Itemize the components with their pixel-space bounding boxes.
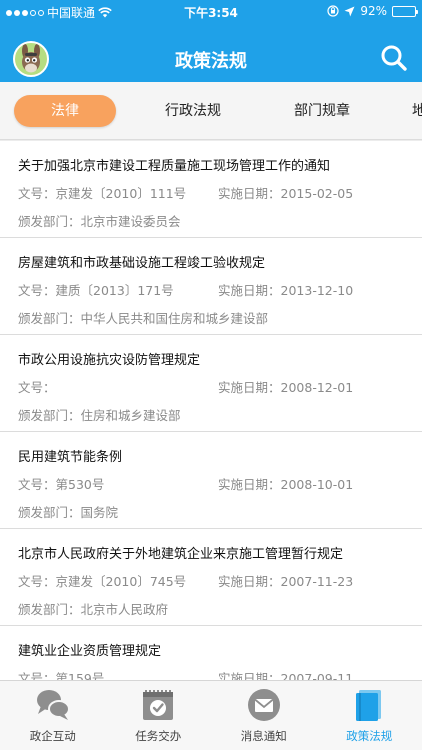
bottom-tab-messages[interactable]: 消息通知 <box>211 681 317 750</box>
bottom-tab-label: 消息通知 <box>240 729 287 743</box>
item-title: 房屋建筑和市政基础设施工程竣工验收规定 <box>18 256 266 271</box>
item-dept: 颁发部门：中华人民共和国住房和城乡建设部 <box>18 311 269 326</box>
list-item[interactable]: 民用建筑节能条例 文号：第530号 实施日期：2008-10-01 颁发部门：国… <box>0 432 422 529</box>
item-doc-no: 文号：京建发〔2010〕111号 <box>18 186 187 201</box>
item-doc-no: 文号：京建发〔2010〕745号 <box>18 574 187 589</box>
nav-bar: 政策法规 <box>0 22 422 82</box>
item-doc-no: 文号： <box>18 380 56 395</box>
item-date: 实施日期：2007-11-23 <box>218 574 354 589</box>
chat-bubbles-icon <box>36 690 70 720</box>
list-item[interactable]: 市政公用设施抗灾设防管理规定 文号： 实施日期：2008-12-01 颁发部门：… <box>0 335 422 432</box>
battery-icon <box>392 5 418 17</box>
battery-percent: 92% <box>360 4 387 18</box>
bottom-tab-label: 任务交办 <box>135 729 182 743</box>
page-title: 政策法规 <box>175 51 247 72</box>
item-title: 关于加强北京市建设工程质量施工现场管理工作的通知 <box>18 159 331 174</box>
task-check-icon <box>143 690 174 720</box>
tab-local[interactable]: 地 <box>412 95 422 127</box>
location-arrow-icon <box>344 6 355 16</box>
bottom-tab-bar: 政企互动 任务交办 消息通知 政策法规 <box>0 680 422 750</box>
item-title: 民用建筑节能条例 <box>18 450 123 465</box>
item-title: 市政公用设施抗灾设防管理规定 <box>18 353 201 368</box>
list-item[interactable]: 建筑业企业资质管理规定 文号：第159号 实施日期：2007-09-11 <box>0 626 422 680</box>
list-item[interactable]: 房屋建筑和市政基础设施工程竣工验收规定 文号：建质〔2013〕171号 实施日期… <box>0 238 422 335</box>
item-date: 实施日期：2008-10-01 <box>218 477 354 492</box>
item-title: 建筑业企业资质管理规定 <box>18 644 162 659</box>
tab-law[interactable]: 法律 <box>14 95 116 127</box>
item-doc-no: 文号：第530号 <box>18 477 105 492</box>
item-doc-no: 文号：第159号 <box>18 671 105 680</box>
tab-administrative-regulations[interactable]: 行政法规 <box>143 95 243 127</box>
item-dept: 颁发部门：国务院 <box>18 505 119 520</box>
category-tabs: 法律 行政法规 部门规章 地 <box>0 82 422 140</box>
status-bar: 中国联通 下午3:54 92% <box>0 0 422 22</box>
tab-department-rules[interactable]: 部门规章 <box>272 95 372 127</box>
list-item[interactable]: 关于加强北京市建设工程质量施工现场管理工作的通知 文号：京建发〔2010〕111… <box>0 141 422 238</box>
list-item[interactable]: 北京市人民政府关于外地建筑企业来京施工管理暂行规定 文号：京建发〔2010〕74… <box>0 529 422 626</box>
item-doc-no: 文号：建质〔2013〕171号 <box>18 283 174 298</box>
search-icon <box>381 45 407 71</box>
status-right: 92% <box>327 4 418 18</box>
bottom-tab-policies[interactable]: 政策法规 <box>317 681 422 750</box>
item-title: 北京市人民政府关于外地建筑企业来京施工管理暂行规定 <box>18 547 344 562</box>
item-date: 实施日期：2013-12-10 <box>218 283 354 298</box>
bottom-tab-label: 政策法规 <box>346 729 393 743</box>
bottom-tab-tasks[interactable]: 任务交办 <box>106 681 212 750</box>
item-dept: 颁发部门：北京市人民政府 <box>18 602 169 617</box>
book-icon <box>356 690 382 721</box>
bottom-tab-interaction[interactable]: 政企互动 <box>0 681 106 750</box>
item-dept: 颁发部门：住房和城乡建设部 <box>18 408 181 423</box>
item-dept: 颁发部门：北京市建设委员会 <box>18 214 181 229</box>
regulation-list: 关于加强北京市建设工程质量施工现场管理工作的通知 文号：京建发〔2010〕111… <box>0 141 422 680</box>
mail-icon <box>247 689 280 721</box>
bottom-tab-label: 政企互动 <box>29 729 76 743</box>
search-button[interactable] <box>380 44 408 72</box>
rotation-lock-icon <box>327 5 339 17</box>
item-date: 实施日期：2015-02-05 <box>218 186 354 201</box>
item-date: 实施日期：2007-09-11 <box>218 671 354 680</box>
item-date: 实施日期：2008-12-01 <box>218 380 354 395</box>
